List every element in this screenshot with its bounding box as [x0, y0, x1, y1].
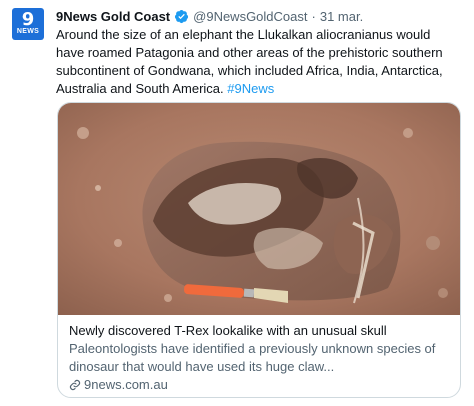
tweet-header: 9News Gold Coast @9NewsGoldCoast · 31 ma…: [56, 6, 464, 26]
verified-badge-icon: [175, 9, 189, 23]
header-separator: ·: [311, 8, 316, 24]
avatar-logo-number: 9: [21, 9, 35, 30]
author-name[interactable]: 9News Gold Coast: [56, 9, 170, 24]
hashtag-link[interactable]: #9News: [227, 81, 274, 96]
fossil-skull-photo[interactable]: [58, 103, 461, 315]
author-handle[interactable]: @9NewsGoldCoast: [193, 9, 307, 24]
link-card[interactable]: Newly discovered T-Rex lookalike with an…: [57, 102, 461, 398]
card-title[interactable]: Newly discovered T-Rex lookalike with an…: [69, 322, 450, 339]
tweet-text: Around the size of an elephant the Lluka…: [56, 26, 461, 98]
card-domain: 9news.com.au: [84, 377, 168, 392]
avatar[interactable]: 9 NEWS: [12, 8, 44, 40]
tweet-date[interactable]: 31 mar.: [320, 9, 363, 24]
link-icon: [69, 379, 81, 390]
avatar-logo-word: NEWS: [16, 28, 40, 35]
card-description: Paleontologists have identified a previo…: [69, 341, 436, 374]
card-domain-row: 9news.com.au: [69, 377, 450, 392]
link-card-text: Newly discovered T-Rex lookalike with an…: [69, 322, 450, 392]
